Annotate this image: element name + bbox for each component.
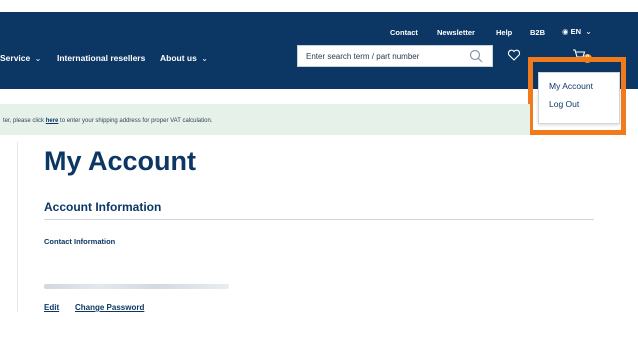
notice-prefix: ter, please click (3, 118, 46, 124)
page-title: My Account (44, 146, 197, 176)
vat-notice-text: ter, please click here to enter your shi… (3, 118, 212, 124)
search-placeholder: Enter search term / part number (306, 52, 420, 61)
contact-information-label: Contact Information (44, 237, 116, 246)
chevron-down-icon: ⌄ (585, 27, 592, 36)
chevron-down-icon: ⌄ (201, 54, 208, 63)
vat-notice-bar: ter, please click here to enter your shi… (0, 104, 530, 135)
search-input[interactable]: Enter search term / part number (297, 45, 493, 67)
nav-item-service[interactable]: Service ⌄ (0, 53, 41, 63)
notice-here-link[interactable]: here (46, 118, 59, 124)
top-link-help[interactable]: Help (496, 28, 512, 37)
language-selector[interactable]: ◉ EN ⌄ (562, 27, 592, 36)
language-label: EN (570, 27, 582, 36)
section-title: Account Information (44, 200, 162, 214)
highlight-annotation-box (528, 57, 626, 135)
change-password-link[interactable]: Change Password (75, 303, 144, 312)
redacted-email (44, 284, 229, 289)
top-link-contact[interactable]: Contact (390, 28, 418, 37)
nav-label: Service (0, 53, 31, 63)
nav-label: International resellers (57, 53, 146, 63)
chevron-down-icon: ⌄ (34, 54, 42, 63)
top-link-b2b[interactable]: B2B (530, 28, 545, 37)
notice-suffix: to enter your shipping address for prope… (58, 118, 213, 124)
section-divider (44, 219, 594, 220)
nav-item-international-resellers[interactable]: International resellers (57, 53, 145, 63)
globe-icon: ◉ (562, 27, 569, 36)
heart-icon[interactable] (507, 48, 521, 62)
top-link-newsletter[interactable]: Newsletter (437, 28, 475, 37)
nav-item-about-us[interactable]: About us ⌄ (160, 53, 208, 63)
edit-link[interactable]: Edit (44, 303, 59, 312)
nav-label: About us (160, 53, 197, 63)
search-icon[interactable] (469, 49, 483, 63)
content-divider (17, 142, 18, 312)
